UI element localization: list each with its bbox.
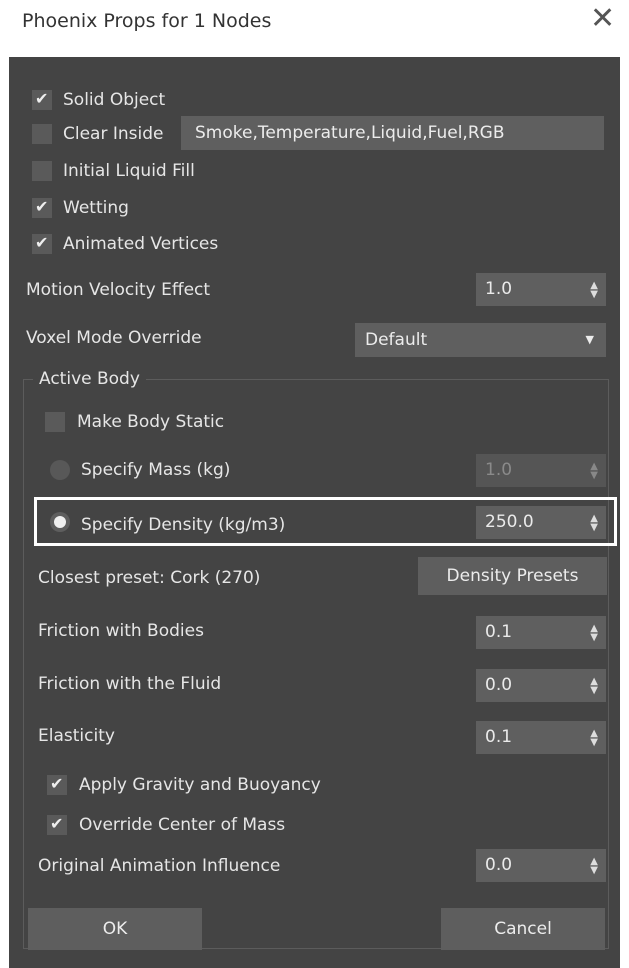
make-body-static-checkbox[interactable] xyxy=(45,412,65,432)
elasticity-label: Elasticity xyxy=(38,726,115,746)
active-body-group-title: Active Body xyxy=(33,368,146,390)
override-com-checkbox[interactable] xyxy=(47,814,67,835)
original-anim-influence-label: Original Animation Influence xyxy=(38,856,281,876)
ok-button[interactable]: OK xyxy=(28,908,202,950)
initial-liquid-fill-label: Initial Liquid Fill xyxy=(63,161,195,181)
friction-bodies-spinner[interactable]: 0.1 ▲ ▼ xyxy=(476,616,606,649)
wetting-checkbox[interactable] xyxy=(32,197,52,218)
spinner-arrows-icon[interactable]: ▲ ▼ xyxy=(590,849,598,882)
wetting-label: Wetting xyxy=(63,198,129,218)
specify-mass-value: 1.0 xyxy=(485,460,513,480)
animated-vertices-label: Animated Vertices xyxy=(63,234,219,254)
friction-fluid-value: 0.0 xyxy=(485,675,513,695)
voxel-mode-override-value: Default xyxy=(365,330,428,350)
spinner-arrows-icon[interactable]: ▲ ▼ xyxy=(590,506,598,539)
close-icon[interactable]: ✕ xyxy=(590,4,615,34)
cancel-button[interactable]: Cancel xyxy=(441,908,605,950)
apply-gravity-checkbox[interactable] xyxy=(47,774,67,795)
title-bar: Phoenix Props for 1 Nodes ✕ xyxy=(0,0,629,57)
voxel-mode-override-label: Voxel Mode Override xyxy=(26,328,202,348)
friction-fluid-label: Friction with the Fluid xyxy=(38,674,222,694)
specify-density-radio[interactable] xyxy=(50,512,70,532)
specify-density-spinner[interactable]: 250.0 ▲ ▼ xyxy=(476,506,606,539)
friction-bodies-value: 0.1 xyxy=(485,622,513,642)
friction-bodies-label: Friction with Bodies xyxy=(38,621,204,641)
clear-inside-channels-field[interactable]: Smoke,Temperature,Liquid,Fuel,RGB xyxy=(181,116,604,150)
voxel-mode-override-dropdown[interactable]: Default ▼ xyxy=(355,323,606,357)
override-com-label: Override Center of Mass xyxy=(79,815,286,835)
make-body-static-label: Make Body Static xyxy=(77,412,225,432)
clear-inside-label: Clear Inside xyxy=(63,124,164,144)
initial-liquid-fill-checkbox[interactable] xyxy=(32,161,52,181)
solid-object-checkbox[interactable] xyxy=(32,89,52,110)
animated-vertices-checkbox[interactable] xyxy=(32,233,52,254)
dialog-body: Solid Object Clear Inside Smoke,Temperat… xyxy=(9,57,620,968)
apply-gravity-label: Apply Gravity and Buoyancy xyxy=(79,775,321,795)
motion-velocity-effect-spinner[interactable]: 1.0 ▲ ▼ xyxy=(476,273,606,306)
motion-velocity-effect-value: 1.0 xyxy=(485,279,513,299)
friction-fluid-spinner[interactable]: 0.0 ▲ ▼ xyxy=(476,669,606,702)
specify-density-label: Specify Density (kg/m3) xyxy=(81,515,286,535)
solid-object-label: Solid Object xyxy=(63,90,166,110)
spinner-arrows-icon[interactable]: ▲ ▼ xyxy=(590,454,598,487)
clear-inside-checkbox[interactable] xyxy=(32,124,52,144)
motion-velocity-effect-label: Motion Velocity Effect xyxy=(26,280,211,300)
spinner-arrows-icon[interactable]: ▲ ▼ xyxy=(590,669,598,702)
density-presets-button[interactable]: Density Presets xyxy=(418,557,607,595)
spinner-arrows-icon[interactable]: ▲ ▼ xyxy=(590,273,598,306)
original-anim-influence-spinner[interactable]: 0.0 ▲ ▼ xyxy=(476,849,606,882)
original-anim-influence-value: 0.0 xyxy=(485,855,513,875)
spinner-arrows-icon[interactable]: ▲ ▼ xyxy=(590,616,598,649)
chevron-down-icon: ▼ xyxy=(585,333,594,346)
window-title: Phoenix Props for 1 Nodes xyxy=(22,10,272,32)
elasticity-spinner[interactable]: 0.1 ▲ ▼ xyxy=(476,721,606,754)
elasticity-value: 0.1 xyxy=(485,727,513,747)
specify-density-value: 250.0 xyxy=(485,512,534,532)
specify-mass-radio[interactable] xyxy=(50,460,70,480)
specify-mass-spinner[interactable]: 1.0 ▲ ▼ xyxy=(476,454,606,487)
spinner-arrows-icon[interactable]: ▲ ▼ xyxy=(590,721,598,754)
specify-mass-label: Specify Mass (kg) xyxy=(81,460,231,480)
closest-preset-text: Closest preset: Cork (270) xyxy=(38,568,261,588)
